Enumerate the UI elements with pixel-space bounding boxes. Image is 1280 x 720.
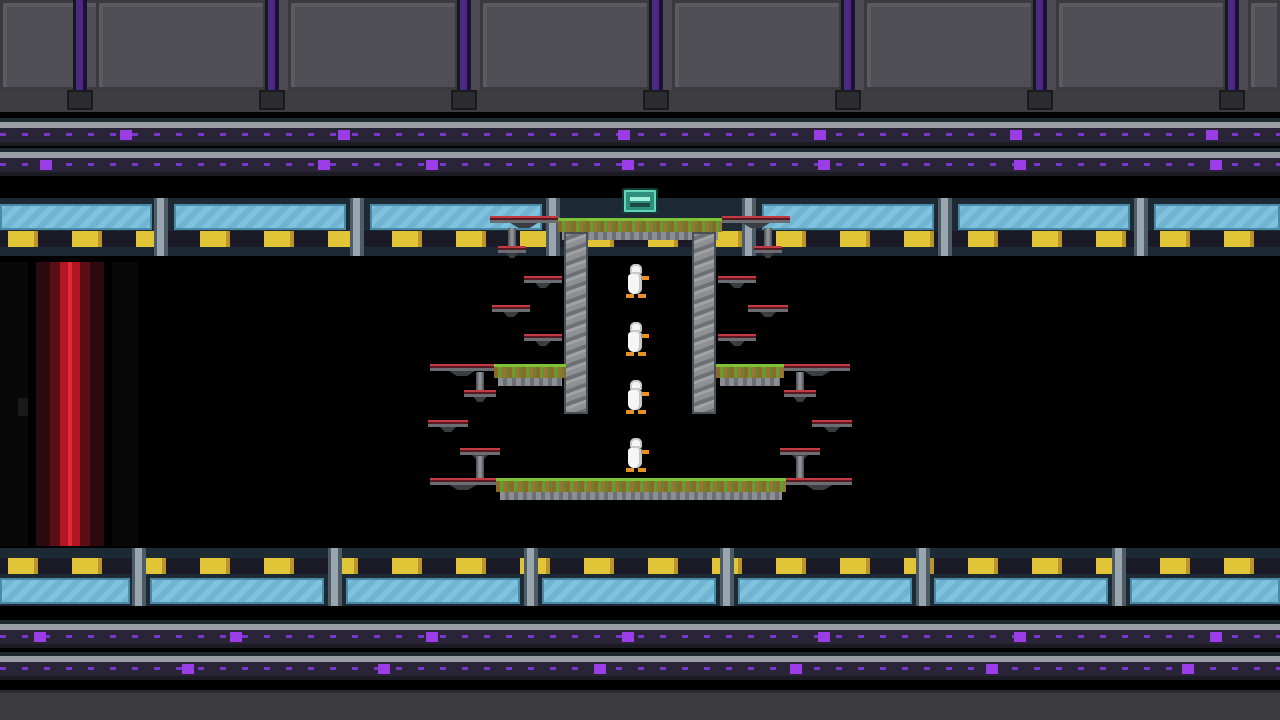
helmet-icon xyxy=(630,264,642,274)
metal-ledge xyxy=(492,305,530,312)
duck-foot xyxy=(638,410,646,414)
ledge-stem xyxy=(508,228,516,246)
duck-beak xyxy=(641,450,649,454)
duck-body xyxy=(628,332,642,352)
glass-post xyxy=(720,548,734,606)
duck-body xyxy=(628,274,642,294)
duck-body xyxy=(628,448,642,468)
metal-ledge xyxy=(464,390,496,397)
metal-ledge xyxy=(718,276,756,283)
glass-post xyxy=(524,548,538,606)
duck-foot xyxy=(638,294,646,298)
metal-ledge xyxy=(748,305,788,312)
rail-light xyxy=(1014,632,1026,642)
glass-pane xyxy=(542,578,716,604)
ledge-stem xyxy=(796,456,804,478)
ledge-stem xyxy=(476,372,484,390)
duck-foot xyxy=(626,468,634,472)
lower-glass-band xyxy=(0,548,1280,606)
ledge-stem xyxy=(796,372,804,390)
metal-ledge xyxy=(754,246,782,253)
rail-light xyxy=(986,664,998,674)
duck-player[interactable] xyxy=(624,322,650,360)
weapon-crate-icon[interactable] xyxy=(622,188,658,214)
ledge-stem xyxy=(476,456,484,478)
duck-beak xyxy=(641,392,649,396)
ledge-stem xyxy=(764,228,772,246)
duck-player[interactable] xyxy=(624,380,650,418)
duck-body xyxy=(628,390,642,410)
metal-ledge xyxy=(490,216,558,223)
duck-foot xyxy=(638,352,646,356)
lower-rail xyxy=(0,652,1280,680)
metal-ledge xyxy=(784,364,850,371)
duck-beak xyxy=(641,334,649,338)
metal-ledge xyxy=(718,334,756,341)
hazard-stripe xyxy=(0,558,1280,574)
helmet-icon xyxy=(630,438,642,448)
metal-ledge xyxy=(428,420,468,427)
stone-pillar xyxy=(564,232,588,414)
stone-pillar xyxy=(692,232,716,414)
glass-post xyxy=(132,548,146,606)
duck-beak xyxy=(641,276,649,280)
glass-pane xyxy=(0,578,130,604)
duck-foot xyxy=(626,294,634,298)
duck-foot xyxy=(626,410,634,414)
metal-ledge xyxy=(786,478,852,485)
glass-pane xyxy=(150,578,324,604)
rail-light xyxy=(426,632,438,642)
metal-ledge xyxy=(460,448,500,455)
helmet-icon xyxy=(630,322,642,332)
lower-rail xyxy=(0,620,1280,648)
metal-ledge xyxy=(812,420,852,427)
right-grass-platform xyxy=(716,364,784,386)
rail-light xyxy=(230,632,242,642)
floor-grass-platform xyxy=(496,478,786,500)
metal-ledge xyxy=(430,364,494,371)
rail-light xyxy=(818,632,830,642)
rail-light xyxy=(1182,664,1194,674)
metal-ledge xyxy=(524,334,562,341)
metal-ledge xyxy=(780,448,820,455)
duck-player[interactable] xyxy=(624,438,650,476)
metal-ledge xyxy=(784,390,816,397)
bottom-steel-wall xyxy=(0,690,1280,720)
rail-light xyxy=(1210,632,1222,642)
top-grass-platform xyxy=(558,218,722,240)
rail-light xyxy=(182,664,194,674)
metal-ledge xyxy=(722,216,790,223)
rail-light xyxy=(594,664,606,674)
glass-post xyxy=(328,548,342,606)
duck-foot xyxy=(638,468,646,472)
glass-pane xyxy=(346,578,520,604)
glass-post xyxy=(916,548,930,606)
metal-ledge xyxy=(524,276,562,283)
glass-pane xyxy=(738,578,912,604)
rail-light xyxy=(622,632,634,642)
helmet-icon xyxy=(630,380,642,390)
glass-pane xyxy=(1130,578,1280,604)
left-grass-platform xyxy=(494,364,566,386)
duck-foot xyxy=(626,352,634,356)
glass-pane xyxy=(934,578,1108,604)
rail-light xyxy=(378,664,390,674)
metal-ledge xyxy=(498,246,526,253)
glass-post xyxy=(1112,548,1126,606)
metal-ledge xyxy=(430,478,496,485)
arena xyxy=(0,0,1280,720)
rail-light xyxy=(34,632,46,642)
duck-player[interactable] xyxy=(624,264,650,302)
rail-light xyxy=(790,664,802,674)
